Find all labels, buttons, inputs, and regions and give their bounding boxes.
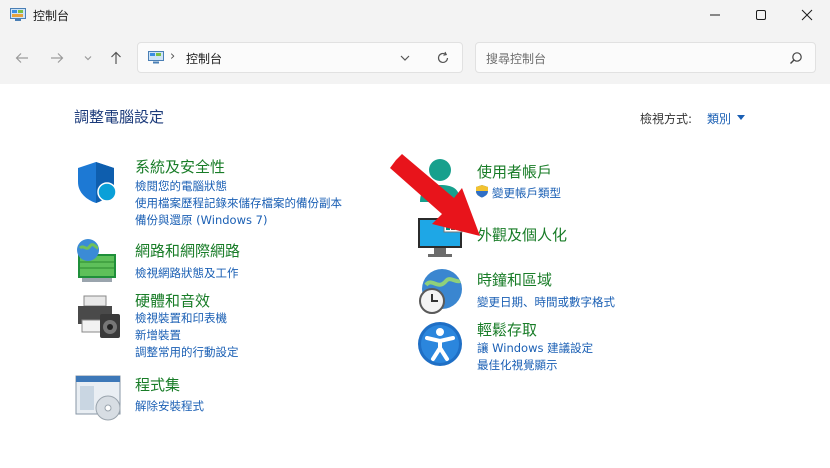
link-uninstall-program[interactable]: 解除安裝程式	[135, 398, 204, 414]
up-arrow-icon	[111, 51, 121, 64]
search-icon[interactable]	[789, 51, 803, 65]
link-devices-printers[interactable]: 檢視裝置和印表機	[135, 310, 227, 326]
category-ease-of-access[interactable]: 輕鬆存取	[477, 319, 537, 340]
shield-icon[interactable]	[74, 158, 122, 206]
back-arrow-icon	[15, 53, 28, 63]
category-hardware-sound[interactable]: 硬體和音效	[135, 290, 210, 311]
link-windows-suggest-settings[interactable]: 讓 Windows 建議設定	[477, 340, 593, 356]
control-panel-window: 控制台 › 控制台 搜尋控制台 調整電腦設定 檢視方式: 類別 系統及安全性 檢…	[0, 0, 830, 468]
link-backup-restore[interactable]: 備份與還原 (Windows 7)	[135, 212, 267, 228]
link-network-status[interactable]: 檢視網路狀態及工作	[135, 265, 239, 281]
control-panel-icon	[148, 51, 164, 64]
recent-locations-button[interactable]	[76, 46, 100, 70]
navigation-bar: › 控制台 搜尋控制台	[0, 32, 830, 84]
close-icon	[801, 9, 813, 21]
link-add-device[interactable]: 新增裝置	[135, 327, 181, 343]
accessibility-icon[interactable]	[416, 320, 464, 368]
forward-arrow-icon	[51, 53, 64, 63]
link-change-date-time-format[interactable]: 變更日期、時間或數字格式	[477, 294, 615, 310]
category-network-internet[interactable]: 網路和網際網路	[135, 240, 240, 261]
maximize-button[interactable]	[738, 0, 784, 30]
link-change-account-type[interactable]: 變更帳戶類型	[492, 185, 561, 201]
minimize-icon	[710, 14, 720, 16]
red-arrow-annotation-icon	[390, 154, 480, 236]
maximize-icon	[756, 10, 766, 20]
view-by-dropdown[interactable]: 類別	[707, 110, 731, 127]
main-content: 調整電腦設定 檢視方式: 類別 系統及安全性 檢閱您的電腦狀態 使用檔案歷程記錄…	[0, 84, 830, 468]
category-clock-region[interactable]: 時鐘和區域	[477, 269, 552, 290]
programs-disc-icon[interactable]	[74, 374, 122, 422]
breadcrumb-separator-icon: ›	[170, 49, 176, 64]
close-button[interactable]	[784, 0, 830, 30]
address-bar[interactable]: › 控制台	[137, 42, 463, 73]
category-system-security[interactable]: 系統及安全性	[135, 156, 225, 177]
back-button[interactable]	[10, 46, 34, 70]
view-by-caret-icon[interactable]	[737, 115, 745, 120]
view-by-label: 檢視方式:	[640, 112, 693, 126]
search-box[interactable]: 搜尋控制台	[475, 42, 816, 73]
search-placeholder: 搜尋控制台	[486, 52, 547, 66]
minimize-button[interactable]	[692, 0, 738, 30]
link-mobility-settings[interactable]: 調整常用的行動設定	[135, 344, 239, 360]
address-dropdown-icon[interactable]	[398, 51, 412, 65]
clock-globe-icon[interactable]	[416, 267, 464, 315]
category-appearance-personalization[interactable]: 外觀及個人化	[477, 224, 567, 245]
chevron-down-icon	[84, 56, 92, 61]
title-bar: 控制台	[0, 0, 830, 32]
printer-speaker-icon[interactable]	[74, 292, 122, 340]
breadcrumb-control-panel[interactable]: 控制台	[186, 50, 222, 67]
link-optimize-visual-display[interactable]: 最佳化視覺顯示	[477, 357, 558, 373]
link-review-computer-status[interactable]: 檢閱您的電腦狀態	[135, 178, 227, 194]
network-globe-icon[interactable]	[74, 236, 122, 284]
category-programs[interactable]: 程式集	[135, 374, 180, 395]
control-panel-app-icon	[10, 8, 26, 21]
up-button[interactable]	[104, 46, 128, 70]
forward-button[interactable]	[45, 46, 69, 70]
window-title: 控制台	[33, 9, 70, 23]
page-title: 調整電腦設定	[74, 108, 165, 126]
link-file-history-backup[interactable]: 使用檔案歷程記錄來儲存檔案的備份副本	[135, 195, 342, 211]
category-user-accounts[interactable]: 使用者帳戶	[477, 161, 552, 182]
refresh-icon[interactable]	[436, 51, 450, 65]
